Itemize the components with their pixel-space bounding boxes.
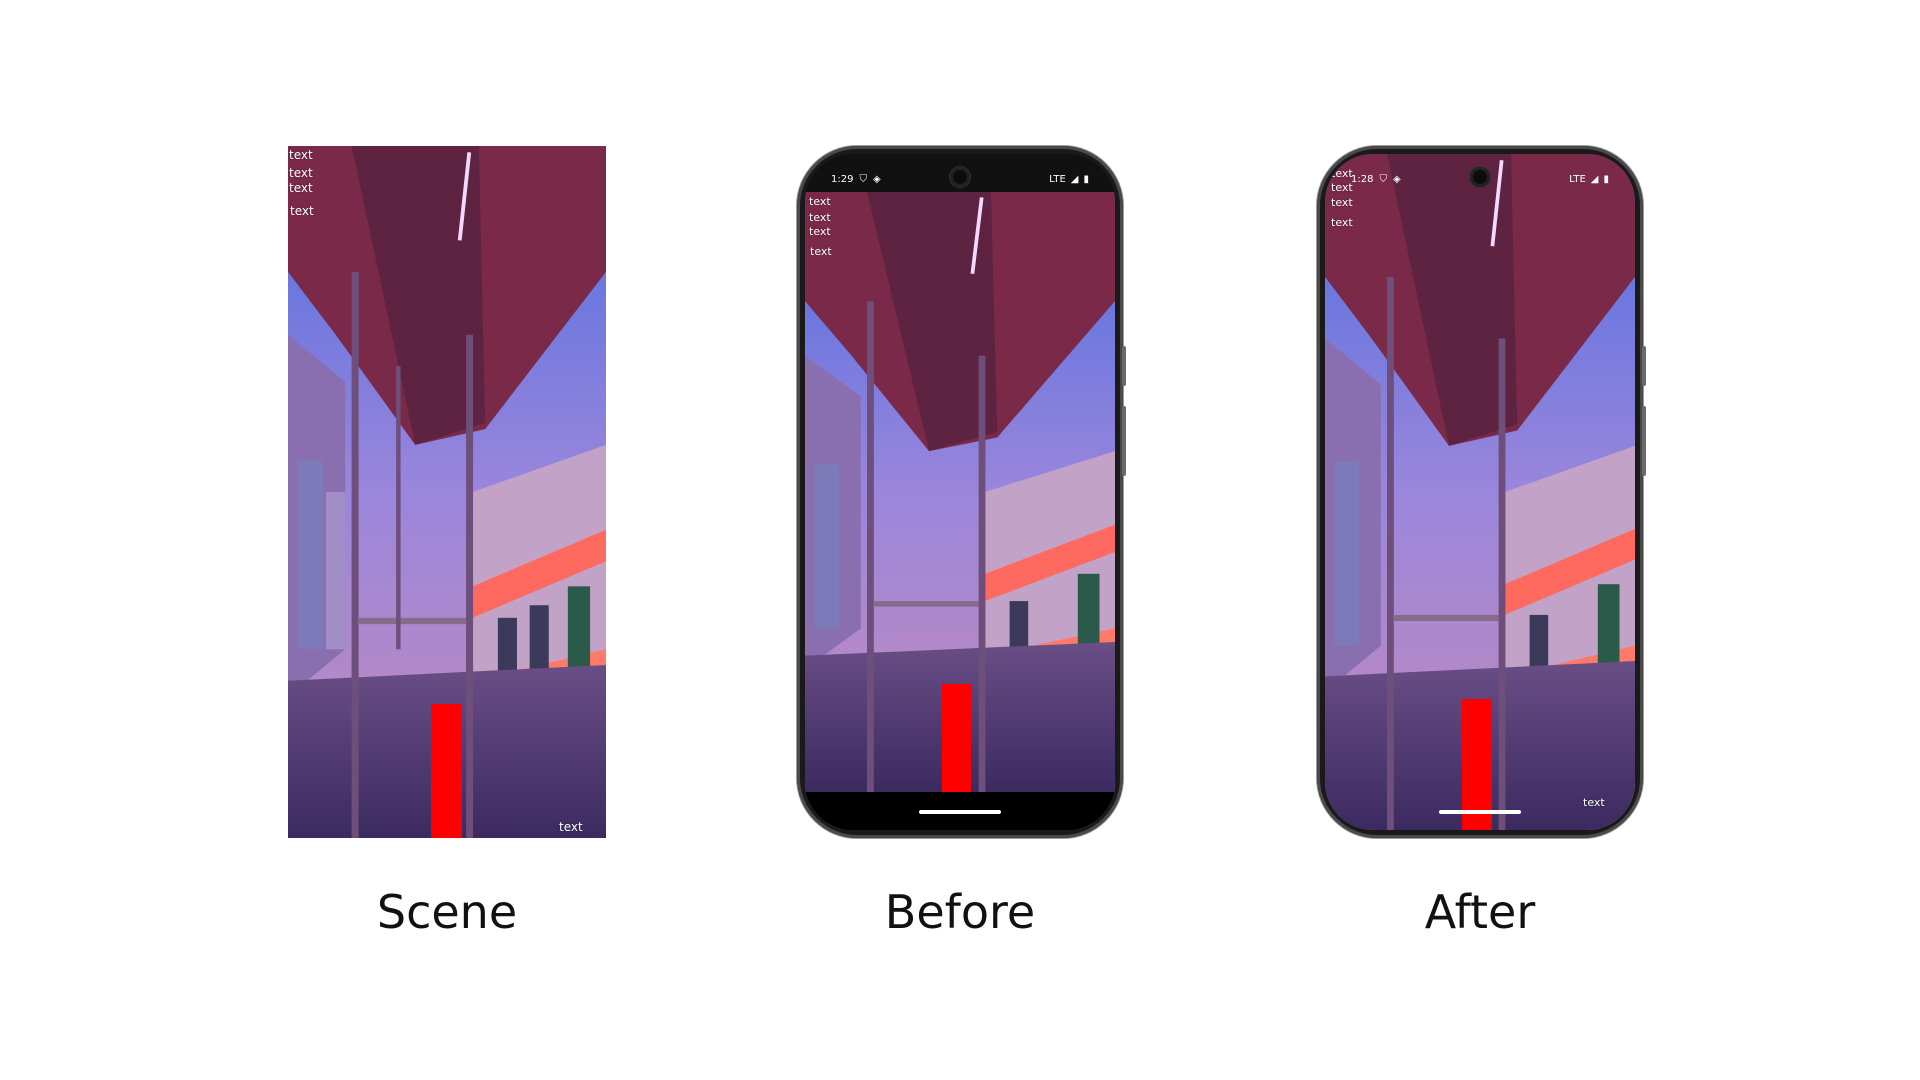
battery-icon: ▮ bbox=[1083, 174, 1089, 185]
overlay-text-bottom: text bbox=[559, 820, 583, 834]
signal-icon: ◢ bbox=[1590, 174, 1599, 185]
status-time: 1:29 bbox=[831, 174, 854, 185]
overlay-text-bottom: text bbox=[1583, 796, 1605, 809]
caption-before: Before bbox=[884, 885, 1036, 939]
overlay-text-4: text bbox=[1331, 216, 1353, 229]
overlay-text-1: text bbox=[809, 195, 831, 208]
caption-after: After bbox=[1424, 885, 1536, 939]
shield-icon: ⛉ bbox=[1379, 174, 1387, 185]
overlay-text-2: text bbox=[289, 166, 313, 180]
overlay-text-4: text bbox=[810, 245, 832, 258]
home-indicator[interactable] bbox=[1439, 810, 1521, 814]
overlay-text-3: text bbox=[809, 225, 831, 238]
camera-icon bbox=[950, 167, 970, 187]
before-phone: text text text text text 1:29 ⛉ ◈ LTE ◢ … bbox=[797, 146, 1126, 838]
camera-icon bbox=[1470, 167, 1490, 187]
scene-image: text text text text text bbox=[288, 146, 606, 838]
before-screen: text text text text text 1:29 ⛉ ◈ LTE ◢ … bbox=[805, 154, 1115, 830]
before-wallpaper: text text text text text bbox=[805, 192, 1115, 792]
signal-icon: ◢ bbox=[1070, 174, 1079, 185]
after-screen: text text text text text 1:28 ⛉ ◈ LTE ◢ … bbox=[1325, 154, 1635, 830]
overlay-text-3: text bbox=[289, 181, 313, 195]
after-wallpaper: text text text text text bbox=[1325, 154, 1635, 830]
overlay-text-4: text bbox=[290, 204, 314, 218]
scene-panel: text text text text text bbox=[288, 146, 606, 838]
overlay-text-1: text bbox=[289, 148, 313, 162]
red-bar bbox=[431, 704, 462, 838]
caption-scene: Scene bbox=[376, 885, 518, 939]
shield-icon: ◈ bbox=[1392, 174, 1401, 185]
status-time: 1:28 bbox=[1351, 174, 1374, 185]
power-button bbox=[1122, 346, 1126, 386]
overlay-text-2: text bbox=[809, 211, 831, 224]
power-button bbox=[1642, 346, 1646, 386]
battery-icon: ▮ bbox=[1603, 174, 1609, 185]
after-phone: text text text text text 1:28 ⛉ ◈ LTE ◢ … bbox=[1317, 146, 1646, 838]
shield-icon: ⛉ bbox=[859, 174, 867, 185]
volume-button bbox=[1122, 406, 1126, 476]
network-label: LTE bbox=[1049, 174, 1066, 185]
red-bar bbox=[942, 684, 971, 792]
overlay-text-3: text bbox=[1331, 196, 1353, 209]
volume-button bbox=[1642, 406, 1646, 476]
network-label: LTE bbox=[1569, 174, 1586, 185]
shield-icon: ◈ bbox=[872, 174, 881, 185]
home-indicator[interactable] bbox=[919, 810, 1001, 814]
